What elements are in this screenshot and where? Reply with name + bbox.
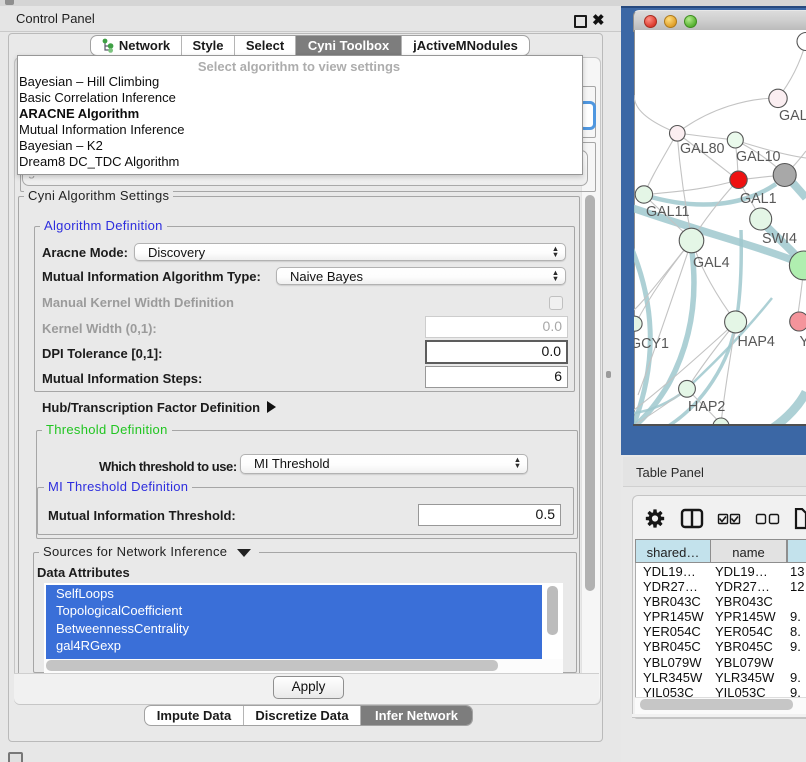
svg-text:GAL7: GAL7 <box>779 108 806 124</box>
svg-text:GAL4: GAL4 <box>693 255 730 271</box>
svg-text:GAL11: GAL11 <box>646 204 689 220</box>
svg-text:SWI4: SWI4 <box>762 231 797 247</box>
svg-text:GAL1: GAL1 <box>740 191 777 207</box>
svg-text:HAP2: HAP2 <box>688 399 725 415</box>
svg-text:HAP4: HAP4 <box>738 334 775 350</box>
svg-text:YJ: YJ <box>800 334 806 350</box>
svg-text:GAL80: GAL80 <box>680 141 725 157</box>
svg-text:GAL10: GAL10 <box>736 149 781 165</box>
svg-text:GCY1: GCY1 <box>634 336 669 352</box>
